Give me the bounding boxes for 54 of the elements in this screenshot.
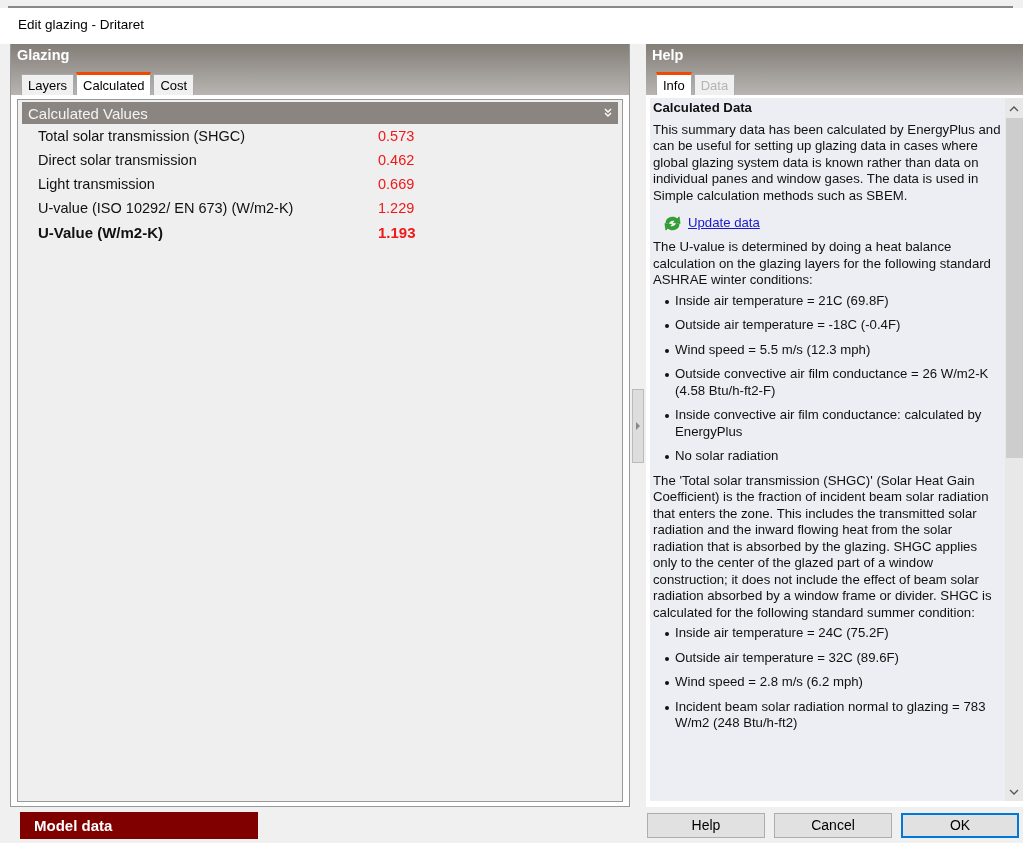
model-data-banner: Model data [20, 811, 258, 839]
refresh-icon[interactable] [663, 214, 682, 233]
section-title: Calculated Values [28, 104, 148, 122]
bullet-text: Wind speed = 5.5 m/s (12.3 mph) [675, 341, 871, 358]
window-title: Edit glazing - Dritaret [0, 8, 1023, 44]
chevron-icon[interactable] [604, 108, 612, 118]
bullet-text: No solar radiation [675, 448, 779, 465]
dialog-button[interactable]: Help [647, 812, 765, 838]
property-label: Total solar transmission (SHGC) [37, 128, 247, 144]
bullet-text: Incident beam solar radiation normal to glazing = 783 W/m2 (248 Btu/h-ft2) [675, 698, 987, 732]
bullet-icon [665, 414, 669, 418]
update-data-link[interactable]: Update data [688, 215, 760, 232]
property-label: Direct solar transmission [37, 152, 198, 168]
bullet-icon [665, 373, 669, 377]
bullet-icon [665, 681, 669, 685]
bullet-icon [665, 656, 669, 661]
property-value: 1.229 [378, 200, 415, 216]
tab[interactable]: Info [656, 72, 692, 95]
bullet-text: Outside air temperature = 32C (89.6F) [675, 649, 899, 666]
bullet-icon [665, 299, 669, 304]
tab[interactable]: Layers [21, 74, 75, 95]
bullet-icon [665, 324, 669, 328]
bullet-text: Inside convective air film conductance: calculated by EnergyPlus [675, 407, 983, 440]
scroll-up-icon[interactable] [1009, 106, 1019, 112]
help-heading: Calculated Data [653, 100, 753, 117]
help-paragraph: This summary data has been calculated by EnergyPlus and can be useful for setting up glazing data in cases where global glazing system data is known rather than data on individual panes and window gases. The data is used in Simple calculation methods such as SBEM. [653, 121, 1002, 204]
bullet-text: Outside air temperature = -18C (-0.4F) [675, 317, 901, 334]
bullet-text: Inside air temperature = 21C (69.8F) [675, 292, 889, 309]
property-label: U-value (ISO 10292/ EN 673) (W/m2-K) [37, 200, 295, 216]
bullet-text: Outside convective air film conductance = 26 W/m2-K (4.58 Btu/h-ft2-F) [675, 366, 990, 399]
bullet-text: Inside air temperature = 24C (75.2F) [675, 625, 889, 642]
property-value: 0.669 [378, 176, 415, 192]
bullet-icon [665, 705, 669, 710]
scroll-down-icon[interactable] [1009, 789, 1019, 795]
property-label: U-Value (W/m2-K) [37, 223, 164, 241]
property-value: 0.573 [378, 128, 415, 144]
bullet-text: Wind speed = 2.8 m/s (6.2 mph) [675, 674, 863, 691]
tab[interactable]: Calculated [76, 72, 152, 95]
tab[interactable]: Cost [153, 74, 195, 95]
panel-title: Help [651, 46, 685, 63]
panel-title: Glazing [16, 46, 71, 63]
dialog-button[interactable]: Cancel [774, 812, 892, 838]
property-value: 1.193 [378, 223, 416, 241]
bullet-icon [665, 632, 669, 636]
scrollbar[interactable] [1005, 98, 1023, 801]
bullet-icon [665, 455, 669, 459]
property-label: Light transmission [37, 176, 156, 192]
dialog-button[interactable]: OK [901, 812, 1019, 838]
collapse-handle[interactable] [632, 388, 644, 463]
help-paragraph: The 'Total solar transmission (SHGC)' (Solar Heat Gain Coefficient) is the fraction of incident beam solar radiation that enters the zone. This includes the transmitted solar radiation and the inward flowing heat from the solar radiation that is absorbed by the glazing. SHGC applies only to the center of the glazed part of a window construction; it does not include the effect of beam solar radiation absorbed by a window frame or divider. SHGC is calculated for the following standard summer condition: [653, 472, 993, 621]
help-paragraph: The U-value is determined by doing a heat balance calculation on the glazing layers for the following standard ASHRAE winter conditions: [653, 239, 992, 289]
property-value: 0.462 [378, 152, 415, 168]
scroll-thumb[interactable] [1005, 118, 1023, 458]
bullet-icon [665, 348, 669, 353]
